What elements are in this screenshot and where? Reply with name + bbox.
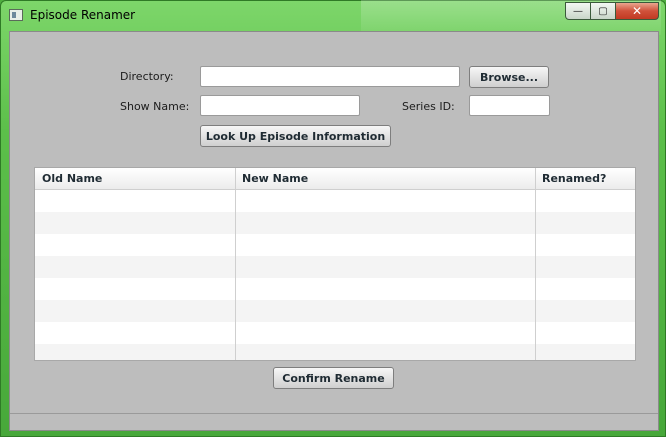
close-button[interactable]: ✕ xyxy=(615,2,659,20)
table-row[interactable] xyxy=(35,322,635,344)
close-icon: ✕ xyxy=(631,4,643,18)
column-header-renamed[interactable]: Renamed? xyxy=(535,168,635,190)
confirm-rename-button[interactable]: Confirm Rename xyxy=(273,367,394,389)
column-divider[interactable] xyxy=(235,168,236,360)
status-bar xyxy=(10,413,658,430)
table-row[interactable] xyxy=(35,278,635,300)
episode-table[interactable]: Old Name New Name Renamed? xyxy=(34,167,636,361)
window-title: Episode Renamer xyxy=(30,8,136,22)
table-row[interactable] xyxy=(35,234,635,256)
minimize-icon: — xyxy=(573,5,583,17)
column-header-old-name[interactable]: Old Name xyxy=(35,168,235,190)
series-id-input[interactable] xyxy=(469,95,550,116)
app-icon[interactable] xyxy=(9,9,23,21)
table-row[interactable] xyxy=(35,256,635,278)
browse-button[interactable]: Browse... xyxy=(469,66,549,88)
app-window: Episode Renamer — ▢ ✕ Directory: Browse.… xyxy=(0,0,666,437)
column-divider[interactable] xyxy=(535,168,536,360)
lookup-episode-button[interactable]: Look Up Episode Information xyxy=(200,125,391,147)
show-name-input[interactable] xyxy=(200,95,360,116)
table-row[interactable] xyxy=(35,212,635,234)
maximize-button[interactable]: ▢ xyxy=(590,2,616,20)
title-bar[interactable]: Episode Renamer — ▢ ✕ xyxy=(1,0,665,35)
table-row[interactable] xyxy=(35,300,635,322)
show-name-label: Show Name: xyxy=(120,100,190,113)
maximize-icon: ▢ xyxy=(598,5,608,17)
table-header: Old Name New Name Renamed? xyxy=(35,168,635,190)
window-controls: — ▢ ✕ xyxy=(565,2,659,20)
minimize-button[interactable]: — xyxy=(565,2,591,20)
directory-input[interactable] xyxy=(200,66,460,87)
directory-label: Directory: xyxy=(120,70,174,83)
client-area: Directory: Browse... Show Name: Series I… xyxy=(9,31,659,431)
column-header-new-name[interactable]: New Name xyxy=(235,168,535,190)
table-row[interactable] xyxy=(35,344,635,360)
series-id-label: Series ID: xyxy=(402,100,455,113)
table-row[interactable] xyxy=(35,190,635,212)
